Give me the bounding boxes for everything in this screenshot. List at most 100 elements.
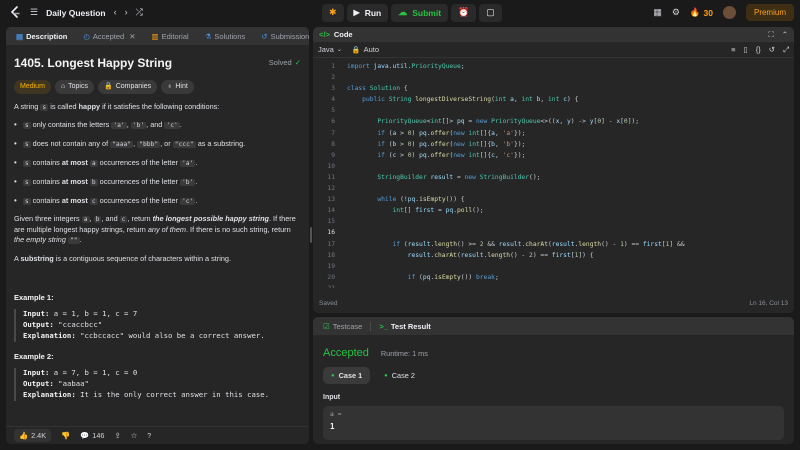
substring-paragraph: A substring is a contiguous sequence of … <box>14 254 301 264</box>
tag-icon: ⌂ <box>60 82 66 90</box>
fullscreen-icon[interactable]: ⤢ <box>783 45 789 55</box>
companies-label: Companies <box>115 82 152 90</box>
share-button[interactable]: ⇪ <box>114 431 120 440</box>
format-icon[interactable]: ≡ <box>731 45 735 55</box>
play-icon: ▶ <box>353 8 360 17</box>
code-line[interactable]: 4 public String longestDiverseString(int… <box>313 94 794 105</box>
code-line[interactable]: 2 <box>313 72 794 83</box>
code-line[interactable]: 18 result.charAt(result.length() - 2) ==… <box>313 250 794 261</box>
prev-question-icon[interactable]: ‹ <box>114 8 117 17</box>
given-emphasis: the empty string <box>14 235 66 245</box>
inline-code: 'a' <box>111 122 127 130</box>
chevron-down-icon: ⌄ <box>336 47 342 53</box>
code-line[interactable]: 9 if (c > 0) pq.offer(new int[]{c, 'c'})… <box>313 150 794 161</box>
lightbulb-icon: ♁ <box>167 82 173 90</box>
list-item: • s contains at most b occurrences of the… <box>14 176 301 188</box>
code-line[interactable]: 19 <box>313 261 794 272</box>
code-line[interactable]: 16 <box>313 227 794 238</box>
tab-test-result[interactable]: >_ Test Result <box>375 317 434 335</box>
companies-chip[interactable]: 🔒 Companies <box>97 79 158 94</box>
comments-button[interactable]: 💬 146 <box>80 431 104 440</box>
problem-list-icon[interactable]: ☰ <box>30 8 38 17</box>
close-icon[interactable]: ✕ <box>129 32 135 41</box>
case-1-tab[interactable]: ● Case 1 <box>323 367 371 384</box>
list-item: • s contains at most a occurrences of the… <box>14 157 301 169</box>
flask-icon: ⚗ <box>204 31 212 41</box>
timer-button[interactable]: ⏰ <box>451 3 477 22</box>
code-line[interactable]: 11 StringBuilder result = new StringBuil… <box>313 172 794 183</box>
line-content <box>345 161 347 172</box>
line-number: 2 <box>331 74 335 82</box>
line-number: 16 <box>327 229 335 237</box>
line-number: 6 <box>331 118 335 126</box>
tab-submissions[interactable]: ↺ Submissions <box>257 27 309 45</box>
tab-testcase[interactable]: ☑ Testcase <box>319 317 366 335</box>
code-line[interactable]: 8 if (b > 0) pq.offer(new int[]{b, 'b'})… <box>313 139 794 150</box>
collapse-icon[interactable]: ⌃ <box>782 30 788 40</box>
bookmark-icon[interactable]: ▯ <box>744 45 748 55</box>
help-button[interactable]: ? <box>147 431 151 440</box>
daily-question-title[interactable]: Daily Question <box>46 8 106 18</box>
settings-gear-icon[interactable]: ⚙ <box>672 8 680 17</box>
layout-grid-icon[interactable]: ▦ <box>653 8 662 17</box>
fold-gutter <box>335 116 345 127</box>
shuffle-icon[interactable]: ⤮ <box>136 8 143 17</box>
notes-button[interactable]: ▢ <box>479 3 502 22</box>
run-button[interactable]: ▶ Run <box>346 3 389 22</box>
code-line[interactable]: 6 PriorityQueue<int[]> pq = new Priority… <box>313 116 794 127</box>
code-line[interactable]: 20 if (pq.isEmpty()) break; <box>313 272 794 283</box>
language-select[interactable]: Java ⌄ <box>318 45 342 54</box>
inline-code: "bbb" <box>137 141 161 149</box>
leetcode-logo-icon[interactable] <box>8 6 22 20</box>
topics-label: Topics <box>68 82 88 90</box>
cond-text: . <box>195 158 198 168</box>
braces-icon[interactable]: {} <box>756 45 761 55</box>
code-line[interactable]: 14 int[] first = pq.poll(); <box>313 205 794 216</box>
code-line[interactable]: 12 <box>313 183 794 194</box>
favorite-button[interactable]: ☆ <box>131 431 138 440</box>
autocomplete-toggle[interactable]: 🔒 Auto <box>352 45 379 54</box>
submit-button[interactable]: ☁ Submit <box>391 3 449 22</box>
maximize-icon[interactable]: ⛶ <box>768 30 773 40</box>
code-line[interactable]: 7 if (a > 0) pq.offer(new int[]{a, 'a'})… <box>313 128 794 139</box>
line-content: result.charAt(result.length() - 2) == fi… <box>407 251 594 259</box>
terminal-icon: >_ <box>379 321 388 331</box>
bug-icon: ✱ <box>329 7 337 17</box>
line-content: if (b > 0) pq.offer(new int[]{b, 'b'}); <box>377 140 526 148</box>
code-line[interactable]: 21 <box>313 283 794 288</box>
fold-gutter <box>335 250 345 261</box>
line-number: 18 <box>327 251 335 259</box>
code-line[interactable]: 1 import java.util.PriorityQueue; <box>313 61 794 72</box>
code-line[interactable]: 3 class Solution { <box>313 83 794 94</box>
top-bar-right: ▦ ⚙ 🔥 30 Premium <box>653 3 794 22</box>
next-question-icon[interactable]: › <box>125 8 128 17</box>
line-number: 5 <box>331 107 335 115</box>
submit-label: Submit <box>412 7 442 18</box>
case-2-tab[interactable]: ● Case 2 <box>376 367 423 384</box>
streak-counter[interactable]: 🔥 30 <box>690 7 713 18</box>
problem-title[interactable]: 1405. Longest Happy String <box>14 55 172 72</box>
code-line[interactable]: 15 <box>313 216 794 227</box>
dislike-button[interactable]: 👎 <box>61 431 70 440</box>
fold-gutter <box>335 150 345 161</box>
reset-icon[interactable]: ↺ <box>769 45 775 55</box>
language-value: Java <box>318 45 334 54</box>
like-button[interactable]: 👍 2.4K <box>14 429 52 442</box>
premium-button[interactable]: Premium <box>745 4 794 21</box>
cond-text: does not contain any of <box>30 139 111 149</box>
topics-chip[interactable]: ⌂ Topics <box>54 79 94 94</box>
code-editor[interactable]: 1 import java.util.PriorityQueue; 2 3 class … <box>313 58 794 288</box>
code-line[interactable]: 10 <box>313 161 794 172</box>
tab-solutions[interactable]: ⚗ Solutions <box>201 27 250 45</box>
hint-chip[interactable]: ♁ Hint <box>161 79 194 94</box>
tab-editorial[interactable]: ▥ Editorial <box>147 27 192 45</box>
code-line[interactable]: 13 while (!pq.isEmpty()) { <box>313 194 794 205</box>
code-line[interactable]: 5 <box>313 105 794 116</box>
left-tabs: ▤ Description ◴ Accepted ✕ ▥ Editorial ⚗… <box>6 27 309 45</box>
tab-description[interactable]: ▤ Description <box>12 27 71 45</box>
tab-accepted[interactable]: ◴ Accepted ✕ <box>79 27 139 45</box>
verdict-label: Accepted <box>323 347 369 359</box>
code-line[interactable]: 17 if (result.length() >= 2 && result.ch… <box>313 239 794 250</box>
avatar[interactable] <box>722 6 736 19</box>
debug-button[interactable]: ✱ <box>322 3 344 22</box>
